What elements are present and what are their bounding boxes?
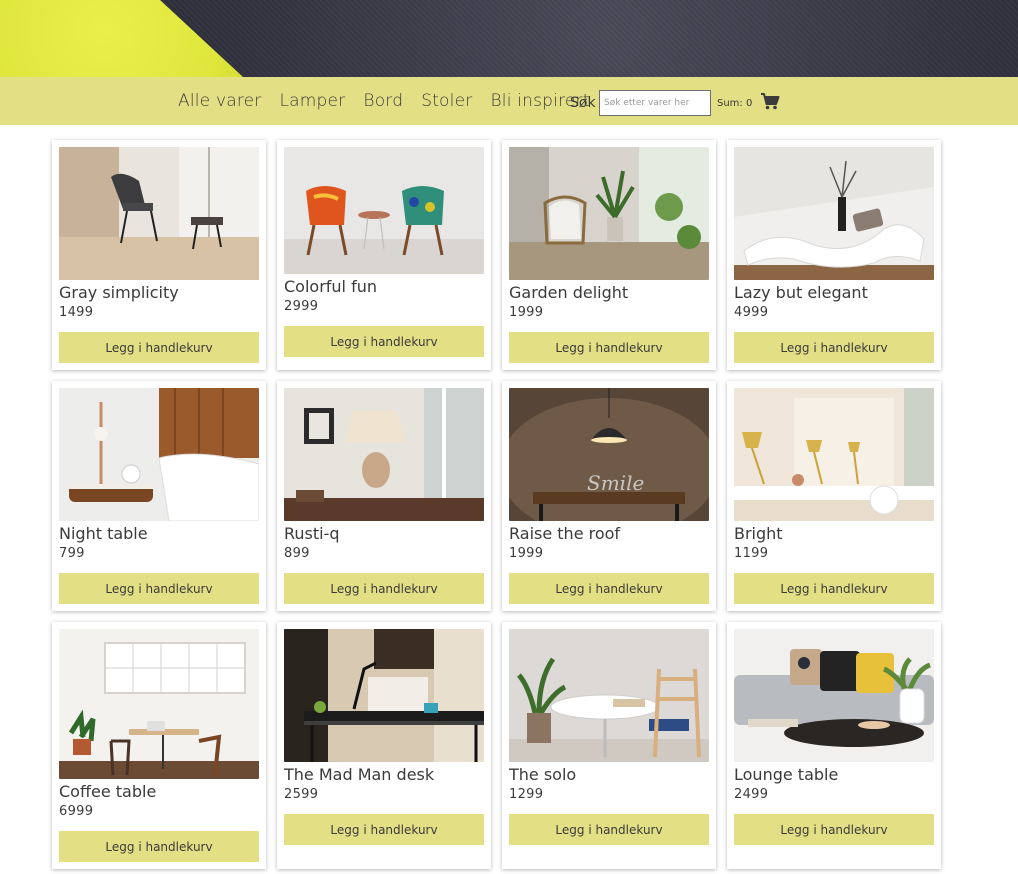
shopping-cart-icon[interactable]: [760, 91, 780, 111]
add-to-cart-button[interactable]: Legg i handlekurv: [284, 326, 484, 357]
product-title: Bright: [734, 524, 783, 543]
nav-links: Alle varer Lamper Bord Stoler Bli inspir…: [178, 89, 608, 113]
pendant-lamp-photo[interactable]: Smile: [509, 388, 709, 521]
product-card: Coffee table 6999 Legg i handlekurv: [52, 622, 266, 869]
add-to-cart-button[interactable]: Legg i handlekurv: [509, 332, 709, 363]
hero-banner: [0, 0, 1018, 77]
product-price: 4999: [734, 305, 769, 320]
add-to-cart-button[interactable]: Legg i handlekurv: [59, 831, 259, 862]
product-card: Night table 799 Legg i handlekurv: [52, 381, 266, 611]
brass-lamps-photo[interactable]: [734, 388, 934, 521]
product-card: Lounge table 2499 Legg i handlekurv: [727, 622, 941, 869]
balcony-chair-photo[interactable]: [509, 147, 709, 280]
white-lounger-photo[interactable]: [734, 147, 934, 280]
product-price: 2499: [734, 787, 769, 802]
product-title: The solo: [509, 765, 577, 784]
product-price: 899: [284, 546, 310, 561]
nav-link-bord[interactable]: Bord: [363, 89, 403, 113]
product-price: 2599: [284, 787, 319, 802]
product-price: 1299: [509, 787, 544, 802]
product-card: Garden delight 1999 Legg i handlekurv: [502, 140, 716, 370]
product-price: 2999: [284, 299, 319, 314]
add-to-cart-button[interactable]: Legg i handlekurv: [59, 332, 259, 363]
add-to-cart-button[interactable]: Legg i handlekurv: [284, 814, 484, 845]
lounge-table-photo[interactable]: [734, 629, 934, 762]
product-title: Colorful fun: [284, 277, 377, 296]
add-to-cart-button[interactable]: Legg i handlekurv: [734, 332, 934, 363]
product-price: 1999: [509, 305, 544, 320]
add-to-cart-button[interactable]: Legg i handlekurv: [734, 814, 934, 845]
product-card: The solo 1299 Legg i handlekurv: [502, 622, 716, 869]
night-table-photo[interactable]: [59, 388, 259, 521]
nav-link-stoler[interactable]: Stoler: [421, 89, 472, 113]
product-title: Lounge table: [734, 765, 839, 784]
nav-link-lamper[interactable]: Lamper: [279, 89, 345, 113]
product-card: Smile Raise the roof 1999 Legg i handlek…: [502, 381, 716, 611]
svg-text:Smile: Smile: [587, 471, 644, 495]
cart-sum: Sum: 0: [717, 98, 753, 109]
product-title: The Mad Man desk: [284, 765, 435, 784]
coffee-table-photo[interactable]: [59, 629, 259, 779]
add-to-cart-button[interactable]: Legg i handlekurv: [509, 573, 709, 604]
table-lamp-photo[interactable]: [284, 388, 484, 521]
product-title: Rusti-q: [284, 524, 340, 543]
product-price: 1499: [59, 305, 94, 320]
product-title: Night table: [59, 524, 148, 543]
product-title: Raise the roof: [509, 524, 621, 543]
product-card: Gray simplicity 1499 Legg i handlekurv: [52, 140, 266, 370]
add-to-cart-button[interactable]: Legg i handlekurv: [59, 573, 259, 604]
product-card: Colorful fun 2999 Legg i handlekurv: [277, 140, 491, 370]
product-card: The Mad Man desk 2599 Legg i handlekurv: [277, 622, 491, 869]
product-card: Rusti-q 899 Legg i handlekurv: [277, 381, 491, 611]
product-title: Gray simplicity: [59, 283, 179, 302]
glass-desk-photo[interactable]: [284, 629, 484, 762]
product-grid: Gray simplicity 1499 Legg i handlekurv C…: [52, 140, 942, 869]
product-card: Lazy but elegant 4999 Legg i handlekurv: [727, 140, 941, 370]
add-to-cart-button[interactable]: Legg i handlekurv: [734, 573, 934, 604]
product-title: Garden delight: [509, 283, 629, 302]
nav-link-alle-varer[interactable]: Alle varer: [178, 89, 261, 113]
product-price: 1999: [509, 546, 544, 561]
add-to-cart-button[interactable]: Legg i handlekurv: [284, 573, 484, 604]
navbar: Alle varer Lamper Bord Stoler Bli inspir…: [0, 77, 1018, 125]
product-title: Coffee table: [59, 782, 157, 801]
product-price: 799: [59, 546, 85, 561]
colorful-chairs-photo[interactable]: [284, 147, 484, 274]
add-to-cart-button[interactable]: Legg i handlekurv: [509, 814, 709, 845]
gray-armchair-photo[interactable]: [59, 147, 259, 280]
search-label: Søk: [570, 95, 596, 111]
product-price: 1199: [734, 546, 769, 561]
round-table-photo[interactable]: [509, 629, 709, 762]
search-input[interactable]: [599, 90, 711, 116]
product-price: 6999: [59, 804, 94, 819]
product-title: Lazy but elegant: [734, 283, 868, 302]
product-card: Bright 1199 Legg i handlekurv: [727, 381, 941, 611]
